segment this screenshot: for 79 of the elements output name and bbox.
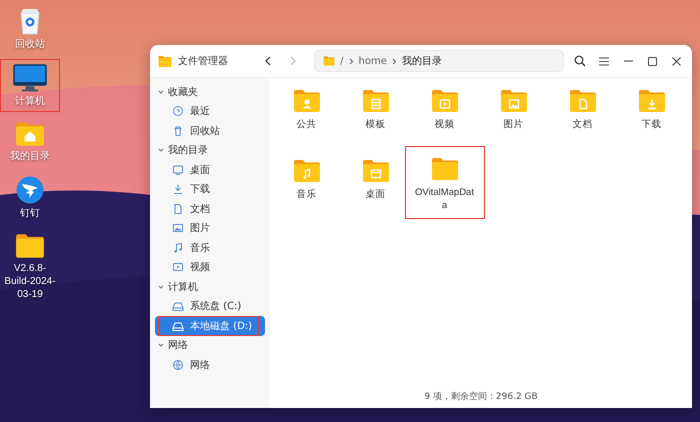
folder-name: 桌面 bbox=[366, 188, 386, 201]
folder-name: OVitalMapData bbox=[414, 186, 475, 212]
folder-item[interactable]: 音乐 bbox=[278, 156, 334, 202]
chevron-down-icon[interactable] bbox=[158, 284, 164, 290]
chevron-icon bbox=[392, 58, 397, 64]
drive-icon bbox=[172, 300, 184, 312]
folder-item[interactable]: 模板 bbox=[348, 86, 404, 132]
folder-name: 公共 bbox=[296, 118, 316, 131]
sidebar-item[interactable]: 音乐 bbox=[155, 238, 265, 258]
chevron-down-icon[interactable] bbox=[158, 147, 164, 154]
image-icon bbox=[172, 222, 184, 234]
path-bar[interactable]: / home 我的目录 bbox=[314, 50, 564, 72]
folder-icon bbox=[362, 89, 390, 113]
sidebar-item[interactable]: 下载 bbox=[155, 180, 265, 199]
folder-icon bbox=[568, 89, 596, 113]
sidebar-group-label: 计算机 bbox=[168, 280, 198, 294]
sidebar-item[interactable]: 本地磁盘 (D:) bbox=[155, 316, 265, 336]
folder-icon bbox=[430, 157, 458, 181]
breadcrumb-item[interactable]: 我的目录 bbox=[402, 54, 442, 68]
sidebar-item[interactable]: 视频 bbox=[155, 258, 265, 277]
folder-name: 模板 bbox=[366, 118, 386, 131]
video-icon bbox=[172, 261, 184, 274]
folder-name: 音乐 bbox=[296, 188, 316, 201]
folder-item[interactable]: 桌面 bbox=[348, 156, 404, 202]
sidebar-item[interactable]: 系统盘 (C:) bbox=[155, 296, 265, 316]
folder-icon bbox=[323, 56, 336, 66]
sidebar-group-label: 网络 bbox=[168, 339, 188, 352]
status-bar-text: 9 项，剩余空间：296.2 GB bbox=[423, 390, 539, 404]
folder-icon bbox=[500, 89, 528, 113]
desktop-icon-label: 回收站 bbox=[14, 38, 46, 51]
chevron-icon bbox=[348, 58, 354, 64]
sidebar-item[interactable]: 网络 bbox=[155, 355, 265, 374]
wing-app-icon bbox=[16, 176, 44, 204]
folder-item[interactable]: 下载 bbox=[624, 86, 680, 132]
recycle-bin-icon bbox=[18, 7, 42, 35]
folder-item[interactable]: 图片 bbox=[486, 86, 542, 132]
home-folder-icon bbox=[15, 121, 45, 147]
folder-icon bbox=[362, 159, 390, 183]
folder-item[interactable]: 文档 bbox=[554, 86, 610, 132]
folder-name: 文档 bbox=[572, 118, 592, 131]
chevron-down-icon[interactable] bbox=[158, 88, 164, 95]
window-title: 文件管理器 bbox=[178, 54, 230, 68]
monitor-icon bbox=[172, 164, 184, 176]
breadcrumb-item[interactable]: home bbox=[358, 56, 387, 66]
folder-item[interactable]: 公共 bbox=[278, 86, 334, 132]
sidebar-item[interactable]: 最近 bbox=[155, 102, 265, 121]
breadcrumb-item[interactable]: / bbox=[340, 56, 344, 66]
folder-icon bbox=[292, 89, 320, 113]
monitor-icon bbox=[13, 64, 47, 92]
globe-icon bbox=[172, 358, 184, 371]
app-icon bbox=[158, 54, 172, 68]
folder-icon bbox=[292, 159, 320, 183]
sidebar-item[interactable]: 回收站 bbox=[155, 121, 265, 140]
sidebar-group-label: 我的目录 bbox=[168, 144, 208, 158]
folder-name: 图片 bbox=[504, 118, 524, 131]
folder-item[interactable]: OVitalMapData bbox=[404, 146, 484, 219]
desktop-icon-label: 我的目录 bbox=[9, 150, 51, 163]
trash-icon bbox=[172, 124, 184, 137]
desktop-icon-label: 钉钉 bbox=[19, 207, 41, 220]
chevron-right-icon bbox=[288, 56, 297, 66]
folder-item[interactable]: 视频 bbox=[416, 86, 472, 132]
sidebar-item[interactable]: 图片 bbox=[155, 218, 265, 238]
chevron-down-icon[interactable] bbox=[158, 342, 164, 348]
folder-icon bbox=[430, 89, 458, 113]
sidebar-item[interactable]: 文档 bbox=[155, 199, 265, 218]
music-note-icon bbox=[172, 242, 184, 254]
download-icon bbox=[172, 183, 184, 196]
chevron-left-icon bbox=[264, 56, 272, 66]
folder-icon bbox=[15, 233, 45, 259]
sidebar-item[interactable]: 桌面 bbox=[155, 160, 265, 180]
clock-icon bbox=[172, 105, 184, 118]
folder-name: 下载 bbox=[642, 118, 662, 131]
desktop-icon-label: V2.6.8-Build-2024-03-19 bbox=[3, 262, 57, 301]
folder-icon bbox=[638, 89, 666, 113]
drive-icon bbox=[172, 320, 184, 332]
desktop-icon-label: 计算机 bbox=[14, 95, 46, 108]
sidebar-group-label: 收藏夹 bbox=[168, 86, 198, 99]
folder-name: 视频 bbox=[434, 118, 454, 131]
document-icon bbox=[172, 202, 184, 215]
